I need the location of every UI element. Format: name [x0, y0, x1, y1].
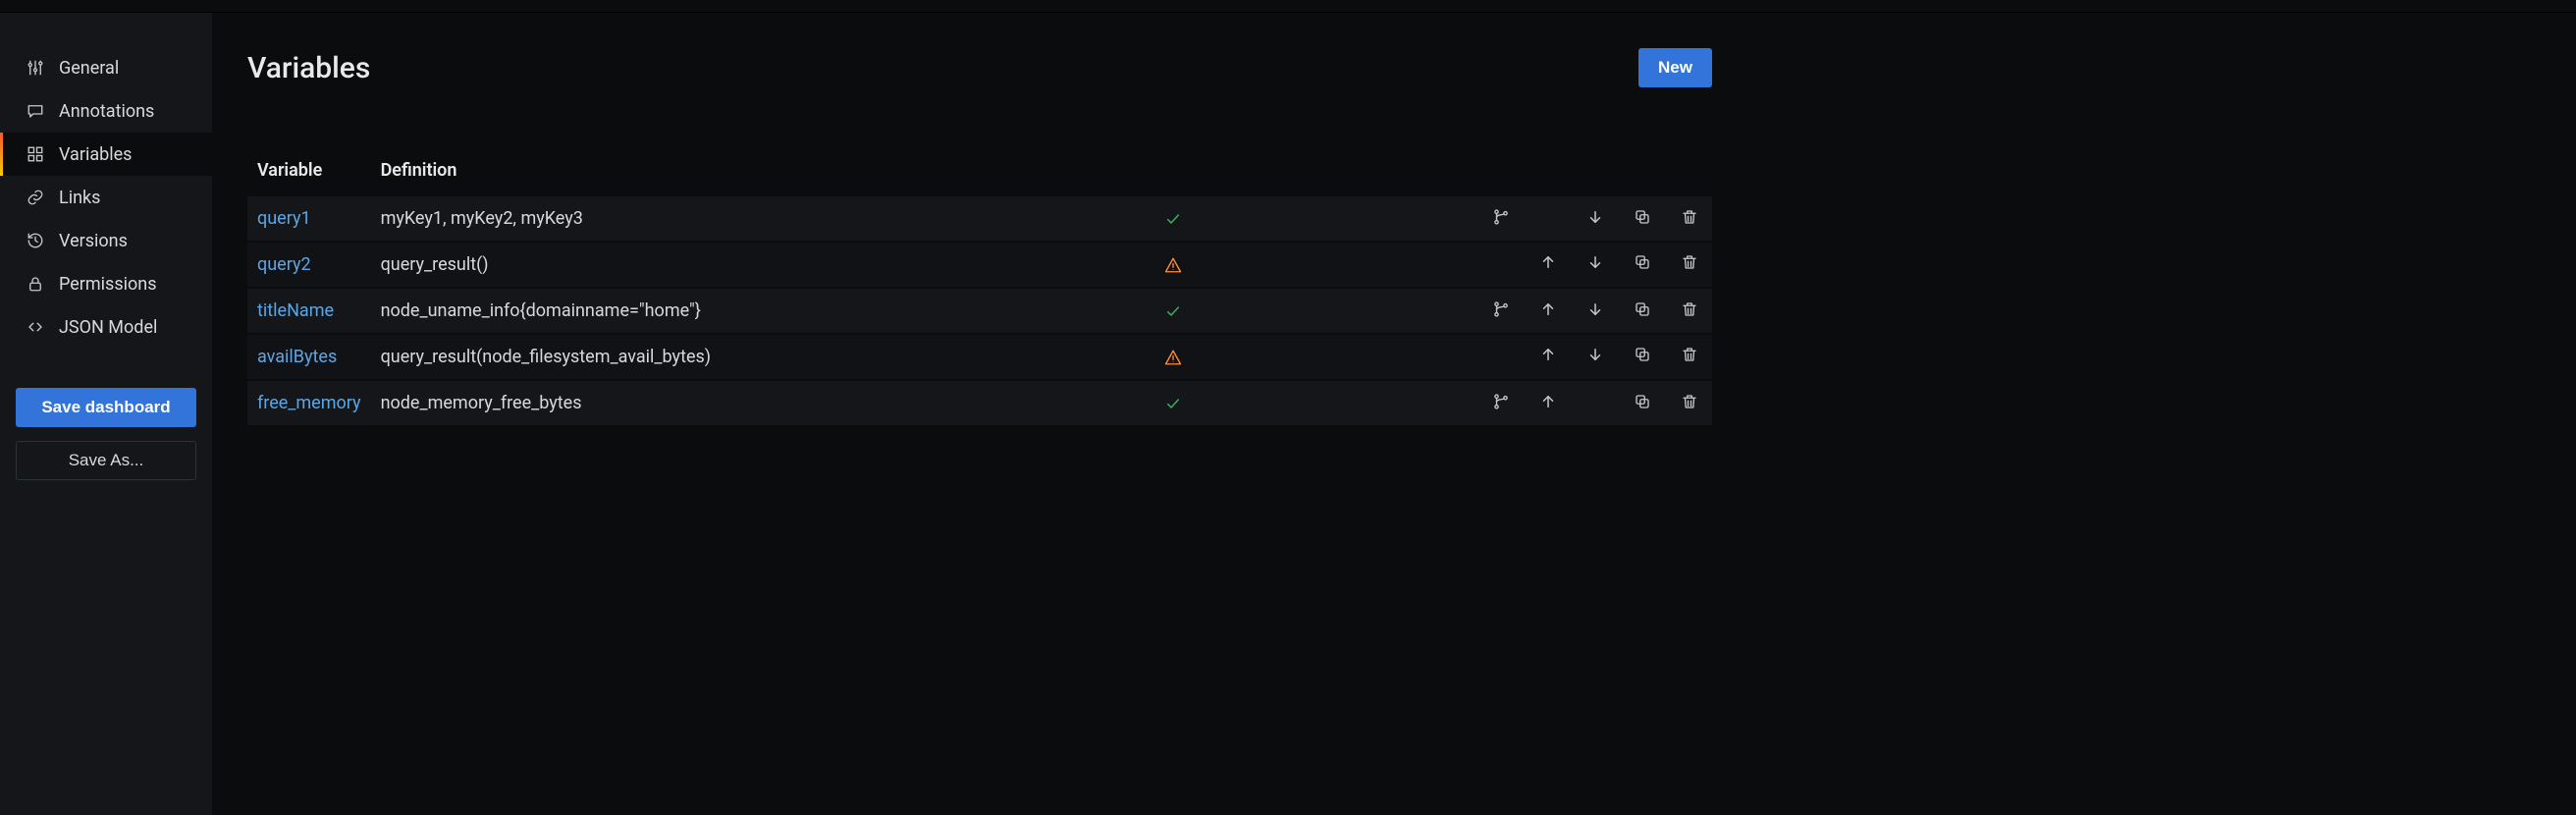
branch-icon[interactable] [1490, 391, 1512, 412]
move-down-icon[interactable] [1584, 344, 1606, 365]
sliders-icon [26, 58, 45, 78]
table-row: titleName node_uname_info{domainname="hom… [247, 289, 1712, 333]
move-up-icon[interactable] [1537, 251, 1559, 273]
duplicate-icon[interactable] [1632, 206, 1653, 228]
variable-definition: node_uname_info{domainname="home"} [371, 289, 1153, 333]
comment-icon [26, 101, 45, 121]
check-icon [1161, 289, 1185, 333]
top-bar [0, 0, 2576, 13]
move-up-icon[interactable] [1537, 391, 1559, 412]
column-header-definition: Definition [371, 160, 1153, 194]
save-dashboard-button[interactable]: Save dashboard [16, 388, 196, 427]
save-as-button[interactable]: Save As... [16, 441, 196, 480]
new-variable-button[interactable]: New [1638, 48, 1712, 87]
page-title: Variables [247, 51, 370, 85]
variable-definition: query_result() [371, 243, 1153, 287]
action-placeholder [1490, 251, 1512, 273]
sidebar-item-label: Versions [59, 231, 128, 251]
variable-link[interactable]: query1 [257, 208, 311, 229]
move-down-icon[interactable] [1584, 206, 1606, 228]
duplicate-icon[interactable] [1632, 251, 1653, 273]
variable-link[interactable]: query2 [257, 254, 311, 275]
table-row: query1 myKey1, myKey2, myKey3 [247, 196, 1712, 241]
move-up-icon[interactable] [1537, 299, 1559, 320]
lock-icon [26, 274, 45, 294]
code-icon [26, 317, 45, 337]
sidebar-item-links[interactable]: Links [0, 176, 212, 219]
settings-sidebar: General Annotations Variables Links [0, 13, 212, 815]
sidebar-item-label: Permissions [59, 274, 157, 295]
column-header-variable: Variable [247, 160, 371, 194]
check-icon [1161, 196, 1185, 241]
move-down-icon[interactable] [1584, 251, 1606, 273]
duplicate-icon[interactable] [1632, 299, 1653, 320]
sidebar-item-general[interactable]: General [0, 46, 212, 89]
link-icon [26, 188, 45, 207]
sidebar-item-json-model[interactable]: JSON Model [0, 305, 212, 349]
move-down-icon[interactable] [1584, 299, 1606, 320]
delete-icon[interactable] [1679, 344, 1700, 365]
check-icon [1161, 381, 1185, 425]
duplicate-icon[interactable] [1632, 391, 1653, 412]
sidebar-item-annotations[interactable]: Annotations [0, 89, 212, 133]
variable-definition: myKey1, myKey2, myKey3 [371, 196, 1153, 241]
sidebar-item-label: General [59, 58, 119, 79]
variable-link[interactable]: titleName [257, 300, 334, 321]
variable-definition: query_result(node_filesystem_avail_bytes… [371, 335, 1153, 379]
variable-link[interactable]: availBytes [257, 347, 337, 367]
history-icon [26, 231, 45, 250]
action-placeholder [1584, 391, 1606, 412]
warning-icon [1161, 243, 1185, 287]
variable-definition: node_memory_free_bytes [371, 381, 1153, 425]
table-row: free_memory node_memory_free_bytes [247, 381, 1712, 425]
sidebar-item-label: Annotations [59, 101, 154, 122]
branch-icon[interactable] [1490, 206, 1512, 228]
table-row: query2 query_result() [247, 243, 1712, 287]
warning-icon [1161, 335, 1185, 379]
column-header-status [1152, 160, 1195, 194]
sidebar-item-versions[interactable]: Versions [0, 219, 212, 262]
delete-icon[interactable] [1679, 251, 1700, 273]
sidebar-item-label: Links [59, 188, 100, 208]
delete-icon[interactable] [1679, 299, 1700, 320]
action-placeholder [1537, 206, 1559, 228]
variable-link[interactable]: free_memory [257, 393, 361, 413]
table-row: availBytes query_result(node_filesystem_a… [247, 335, 1712, 379]
sidebar-item-variables[interactable]: Variables [0, 133, 212, 176]
grid-icon [26, 144, 45, 164]
sidebar-item-label: Variables [59, 144, 132, 165]
duplicate-icon[interactable] [1632, 344, 1653, 365]
sidebar-item-label: JSON Model [59, 317, 157, 338]
move-up-icon[interactable] [1537, 344, 1559, 365]
delete-icon[interactable] [1679, 391, 1700, 412]
main-panel: Variables New Variable Definition query1… [212, 13, 2576, 815]
delete-icon[interactable] [1679, 206, 1700, 228]
column-header-actions [1195, 160, 1712, 194]
branch-icon[interactable] [1490, 299, 1512, 320]
variables-table: Variable Definition query1 myKey1, myKey2… [247, 158, 1712, 427]
action-placeholder [1490, 344, 1512, 365]
sidebar-item-permissions[interactable]: Permissions [0, 262, 212, 305]
